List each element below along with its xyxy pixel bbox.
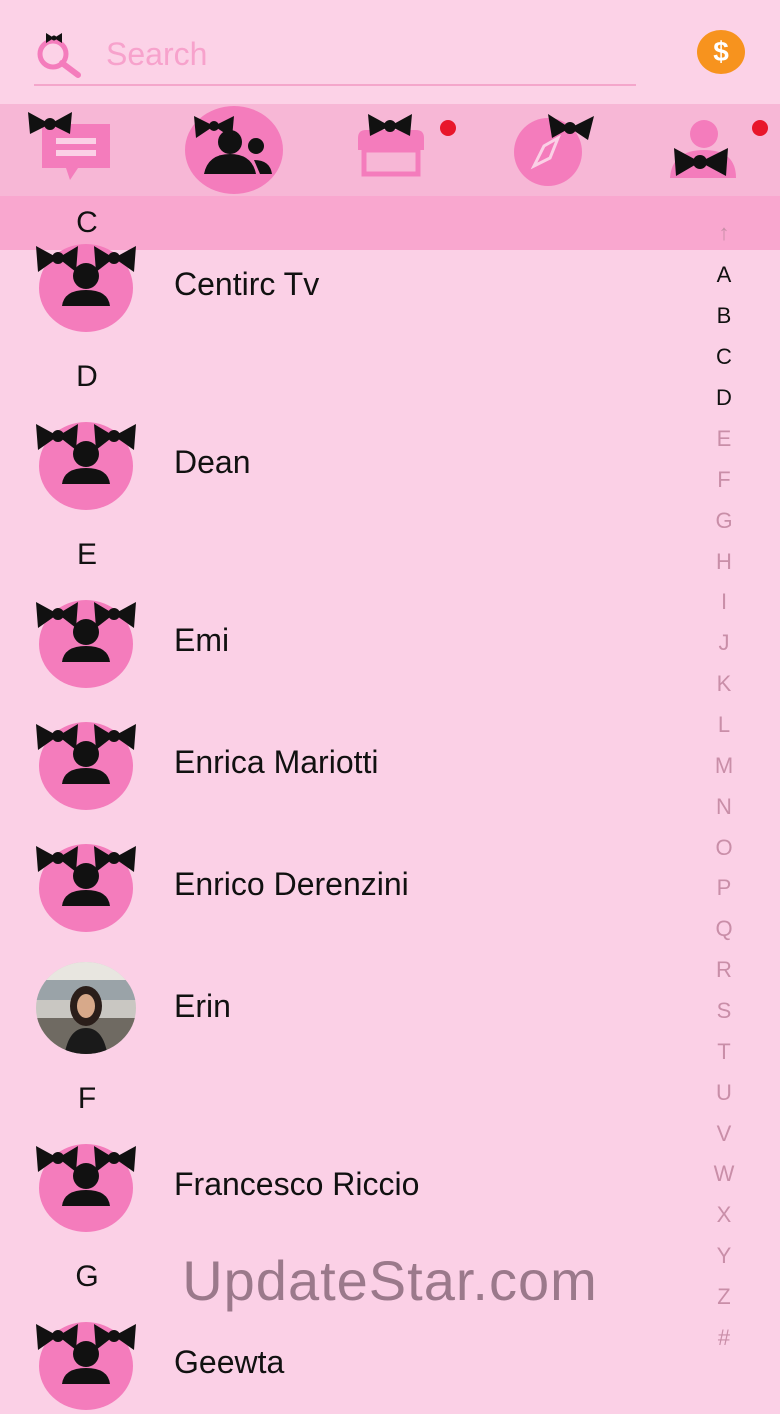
section-header-e: E (76, 538, 97, 571)
avatar (36, 1322, 136, 1410)
compass-icon (514, 114, 594, 186)
tab-chats[interactable] (20, 104, 120, 196)
search-icon[interactable] (34, 30, 84, 78)
me-badge (752, 120, 768, 136)
index-letter[interactable]: N (700, 794, 748, 820)
contact-row[interactable]: Enrica Mariotti (0, 714, 690, 814)
index-letter[interactable]: R (700, 957, 748, 983)
shop-icon (358, 114, 424, 177)
contact-row[interactable]: Francesco Riccio (0, 1136, 690, 1236)
index-letter[interactable]: L (700, 712, 748, 738)
contact-row[interactable]: Dean (0, 414, 690, 514)
avatar-photo (36, 962, 136, 1054)
index-letter[interactable]: F (700, 467, 748, 493)
index-letter[interactable]: D (700, 385, 748, 411)
store-badge (440, 120, 456, 136)
contact-name: Enrico Derenzini (174, 866, 409, 902)
index-letter[interactable]: X (700, 1202, 748, 1228)
section-header-d: D (76, 360, 98, 393)
index-letter[interactable]: S (700, 998, 748, 1024)
contact-name: Erin (174, 988, 231, 1024)
contact-name: Enrica Mariotti (174, 744, 379, 780)
contact-name: Centirc Tv (174, 266, 320, 302)
index-letter[interactable]: M (700, 753, 748, 779)
contact-name: Emi (174, 622, 230, 658)
index-letter[interactable]: H (700, 549, 748, 575)
index-letter[interactable]: W (700, 1161, 748, 1187)
profile-icon (670, 120, 736, 178)
contact-name: Dean (174, 444, 251, 480)
index-letter[interactable]: B (700, 303, 748, 329)
chat-bubble-icon (28, 112, 110, 180)
contact-row[interactable]: Centirc Tv (0, 236, 690, 336)
tab-me[interactable] (664, 104, 768, 196)
index-letter[interactable]: V (700, 1121, 748, 1147)
tab-discover[interactable] (508, 104, 608, 196)
avatar (36, 844, 136, 932)
index-letter[interactable]: A (700, 262, 748, 288)
tab-store[interactable] (350, 104, 456, 196)
avatar (36, 600, 136, 688)
section-header-c: C (76, 206, 98, 239)
index-letter[interactable]: K (700, 671, 748, 697)
avatar (36, 244, 136, 332)
tab-bar (0, 104, 780, 196)
index-letter[interactable]: P (700, 875, 748, 901)
contact-row[interactable]: Emi (0, 592, 690, 692)
index-top-arrow[interactable]: ↑ (700, 220, 748, 246)
index-letter[interactable]: Q (700, 916, 748, 942)
contact-name: Geewta (174, 1344, 285, 1380)
avatar (36, 422, 136, 510)
people-icon (185, 106, 283, 194)
index-letter[interactable]: E (700, 426, 748, 452)
coin-button[interactable]: $ (697, 30, 745, 74)
index-letter[interactable]: T (700, 1039, 748, 1065)
contact-row[interactable]: Geewta (0, 1314, 690, 1414)
contact-row[interactable]: Erin (0, 958, 690, 1058)
search-underline (34, 84, 636, 86)
avatar (36, 1144, 136, 1232)
index-letter[interactable]: U (700, 1080, 748, 1106)
search-input[interactable] (104, 30, 638, 78)
watermark: UpdateStar.com (182, 1249, 598, 1312)
index-letter[interactable]: J (700, 630, 748, 656)
index-letter[interactable]: # (700, 1325, 748, 1351)
index-letter[interactable]: I (700, 589, 748, 615)
index-letter[interactable]: G (700, 508, 748, 534)
avatar (36, 722, 136, 810)
index-letter[interactable]: C (700, 344, 748, 370)
search-bar: $ (0, 0, 780, 104)
section-header-f: F (77, 1082, 97, 1115)
index-letter[interactable]: O (700, 835, 748, 861)
tab-contacts[interactable] (182, 104, 286, 196)
contact-row[interactable]: Enrico Derenzini (0, 836, 690, 936)
contact-name: Francesco Riccio (174, 1166, 420, 1202)
